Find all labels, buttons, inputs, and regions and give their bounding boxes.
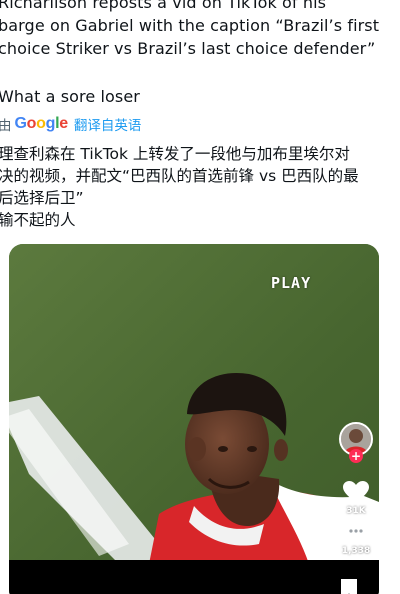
play-label: PLAY — [271, 274, 312, 292]
heart-icon[interactable] — [342, 480, 370, 504]
post-text: Richarlison reposts a vid on TikTok of h… — [0, 0, 400, 108]
post-text-line: barge on Gabriel with the caption “Brazi… — [0, 16, 380, 35]
comment-count: 1,338 — [341, 546, 371, 556]
bookmark-icon[interactable] — [339, 578, 359, 594]
translated-text-line: 后选择后卫” — [0, 189, 84, 207]
like-count: 31K — [346, 506, 366, 516]
translated-from-english-link[interactable]: 翻译自英语 — [74, 114, 142, 134]
post-text-line: Richarlison reposts a vid on TikTok of h… — [0, 0, 327, 12]
video-bottom-bar — [9, 560, 379, 594]
comment-icon[interactable] — [343, 520, 369, 544]
google-logo: Google — [14, 115, 69, 132]
translated-text: 理查利森在 TikTok 上转发了一段他与加布里埃尔对 决的视频，并配文“巴西队… — [0, 143, 400, 231]
post-text-line: choice Striker vs Brazil’s last choice d… — [0, 39, 376, 58]
translated-text-line: 决的视频，并配文“巴西队的首选前锋 vs 巴西队的最 — [0, 167, 359, 185]
translation-attribution: 由 Google 翻译自英语 — [0, 113, 141, 135]
translated-text-line: 输不起的人 — [0, 211, 76, 229]
plus-icon[interactable]: + — [349, 449, 363, 463]
video-frame — [9, 244, 379, 594]
translated-by-label: 由 — [0, 118, 12, 134]
post-text-line: What a sore loser — [0, 87, 140, 106]
video-player[interactable]: PLAY + 31K 1,338 — [9, 244, 379, 594]
translated-text-line: 理查利森在 TikTok 上转发了一段他与加布里埃尔对 — [0, 145, 350, 163]
